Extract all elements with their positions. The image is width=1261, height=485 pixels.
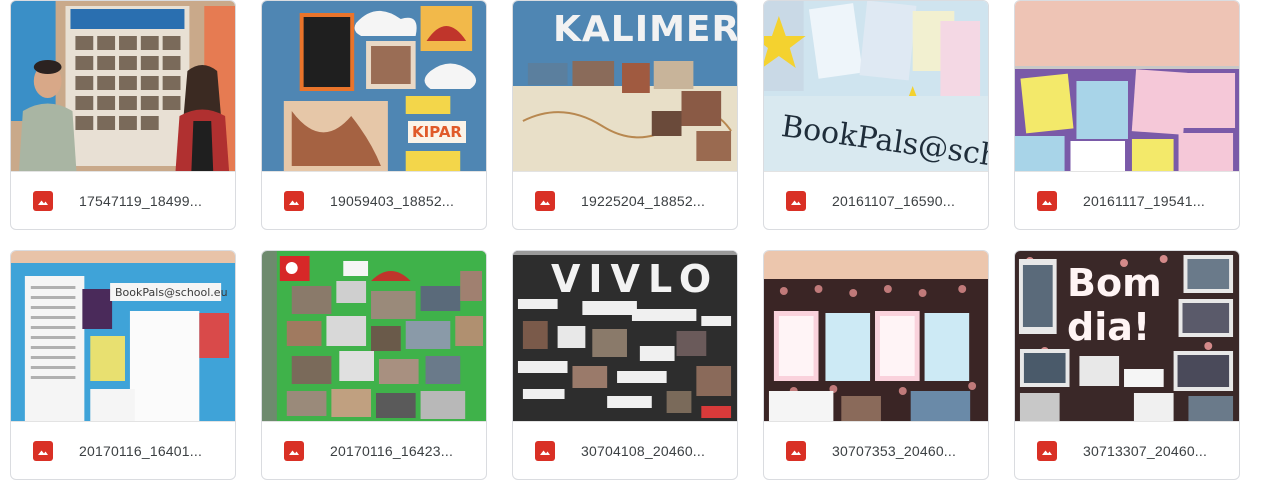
image-thumbnail[interactable]: KALIMERA! [513, 1, 737, 172]
file-footer: 19225204_18852... [513, 172, 737, 229]
file-card[interactable]: 17547119_18499... [10, 0, 236, 230]
image-file-icon [284, 191, 304, 211]
file-card[interactable]: BookPals@sch 20161107_16590... [763, 0, 989, 230]
image-file-icon [786, 191, 806, 211]
image-thumbnail[interactable]: VIVLO [513, 251, 737, 422]
image-thumbnail[interactable] [11, 1, 235, 172]
file-name: 20170116_16401... [79, 443, 203, 459]
file-name: 30707353_20460... [832, 443, 957, 459]
image-file-icon [1037, 441, 1057, 461]
file-name: 30704108_20460... [581, 443, 706, 459]
file-name: 17547119_18499... [79, 193, 203, 209]
image-file-icon [535, 441, 555, 461]
file-footer: 20170116_16401... [11, 422, 235, 479]
image-thumbnail[interactable] [262, 251, 486, 422]
file-name: 20170116_16423... [330, 443, 454, 459]
thumb-caption: VIVLO [551, 257, 720, 301]
thumb-caption: BookPals@school.eu [115, 286, 228, 299]
image-thumbnail[interactable] [764, 251, 988, 422]
image-thumbnail[interactable] [1015, 1, 1239, 172]
file-card[interactable]: Bom dia! 30713307_20460... [1014, 250, 1240, 480]
file-footer: 20170116_16423... [262, 422, 486, 479]
file-card[interactable]: KIPAR 19059403_18852... [261, 0, 487, 230]
file-name: 19225204_18852... [581, 193, 706, 209]
file-card[interactable]: 20170116_16423... [261, 250, 487, 480]
thumb-caption: Bom dia! [1067, 261, 1162, 349]
image-file-icon [535, 191, 555, 211]
file-name: 20161117_19541... [1083, 193, 1205, 209]
file-footer: 30707353_20460... [764, 422, 988, 479]
file-name: 19059403_18852... [330, 193, 455, 209]
file-name: 30713307_20460... [1083, 443, 1208, 459]
file-card[interactable]: 30707353_20460... [763, 250, 989, 480]
image-file-icon [33, 441, 53, 461]
file-footer: 19059403_18852... [262, 172, 486, 229]
image-file-icon [786, 441, 806, 461]
file-card[interactable]: VIVLO 30704108_20460... [512, 250, 738, 480]
thumb-caption: KALIMERA! [553, 9, 737, 50]
file-footer: 20161117_19541... [1015, 172, 1239, 229]
image-thumbnail[interactable]: BookPals@sch [764, 1, 988, 172]
thumb-caption: KIPAR [408, 121, 466, 143]
image-file-icon [284, 441, 304, 461]
file-footer: 30713307_20460... [1015, 422, 1239, 479]
file-card[interactable]: KALIMERA! 19225204_18852... [512, 0, 738, 230]
file-footer: 30704108_20460... [513, 422, 737, 479]
image-thumbnail[interactable]: BookPals@school.eu [11, 251, 235, 422]
image-thumbnail[interactable]: KIPAR [262, 1, 486, 172]
image-file-icon [33, 191, 53, 211]
file-grid: 17547119_18499... KIPAR 19059403_18852..… [10, 0, 1250, 480]
file-name: 20161107_16590... [832, 193, 956, 209]
file-card[interactable]: BookPals@school.eu 20170116_16401... [10, 250, 236, 480]
file-footer: 17547119_18499... [11, 172, 235, 229]
image-file-icon [1037, 191, 1057, 211]
image-thumbnail[interactable]: Bom dia! [1015, 251, 1239, 422]
file-footer: 20161107_16590... [764, 172, 988, 229]
file-card[interactable]: 20161117_19541... [1014, 0, 1240, 230]
